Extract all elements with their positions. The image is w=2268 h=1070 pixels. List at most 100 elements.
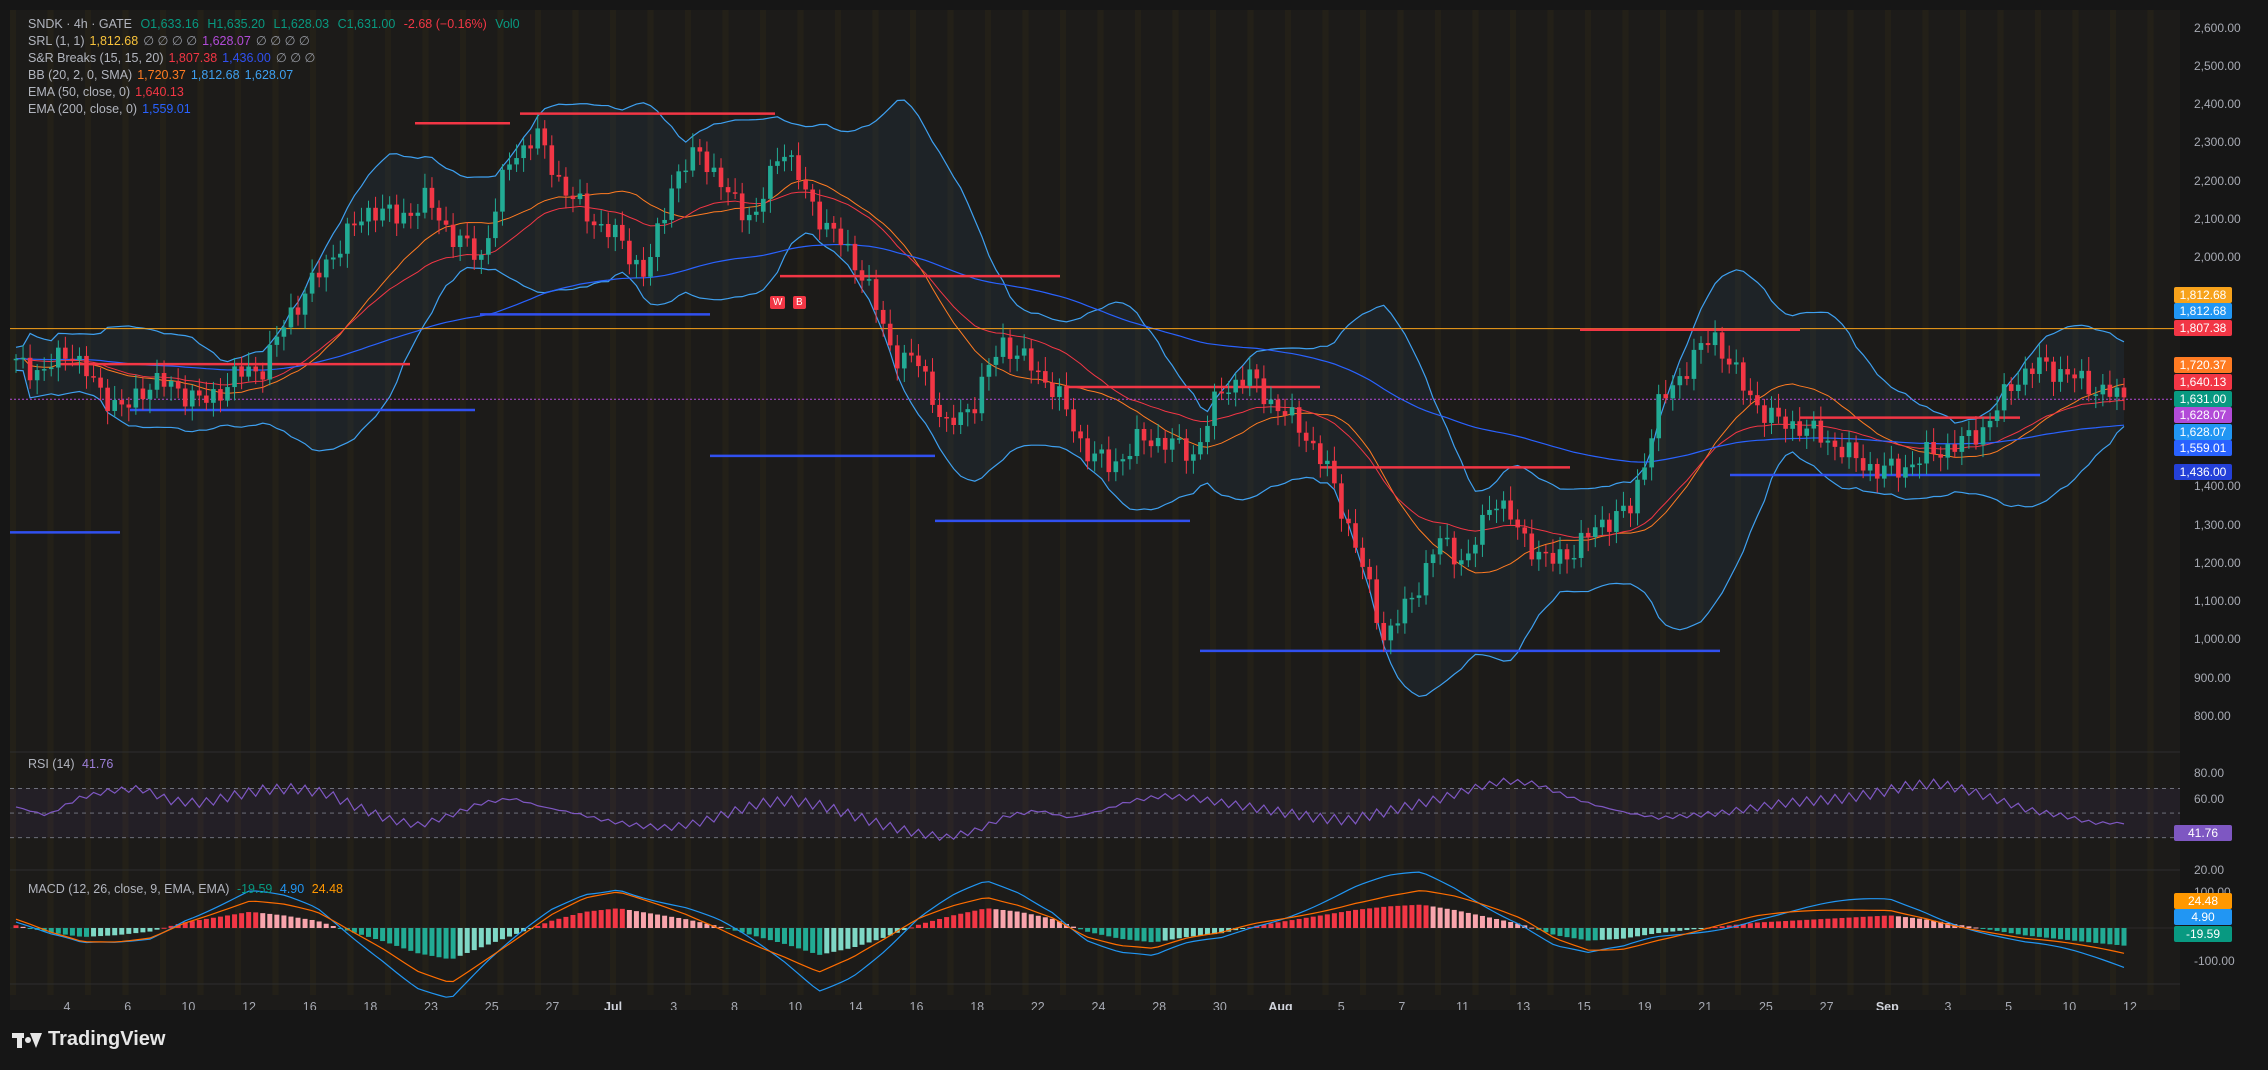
macd-histogram-bar <box>1719 926 1725 928</box>
macd-histogram-bar <box>1430 906 1436 928</box>
macd-histogram-bar <box>1120 928 1126 940</box>
macd-histogram-bar <box>1360 909 1366 928</box>
macd-histogram-bar <box>873 928 879 941</box>
ohlc-legend: SNDK · 4h · GATE O1,633.16 H1,635.20 L1,… <box>28 16 525 33</box>
macd-histogram-bar <box>380 928 386 942</box>
candle-body <box>1176 438 1182 440</box>
candle-body <box>84 355 89 377</box>
macd-histogram-bar <box>951 915 957 928</box>
candle-body <box>746 214 752 221</box>
chart-area[interactable]: SNDK · 4h · GATE O1,633.16 H1,635.20 L1,… <box>10 10 2180 1010</box>
indicator-legend-row[interactable]: BB (20, 2, 0, SMA) 1,720.37 1,812.68 1,628.… <box>28 67 320 84</box>
candle-body <box>1332 460 1337 484</box>
session-band <box>310 10 316 995</box>
candle-body <box>2072 374 2077 379</box>
macd-histogram-bar <box>662 915 668 928</box>
candle-body <box>979 376 985 414</box>
macd-histogram-bar <box>1240 928 1246 929</box>
macd-histogram-bar <box>1620 928 1626 939</box>
time-axis-label: 5 <box>2005 1000 2013 1010</box>
candle-body <box>1092 453 1097 462</box>
session-band <box>160 10 166 995</box>
candle-body <box>387 204 392 209</box>
session-band <box>947 10 954 995</box>
candle-body <box>175 380 181 389</box>
candle-body <box>944 416 949 419</box>
macd-histogram-bar <box>556 918 562 928</box>
macd-histogram-bar <box>492 928 498 942</box>
macd-histogram-bar <box>2121 928 2127 946</box>
candle-body <box>697 147 703 152</box>
price-axis[interactable]: 2,600.00 2,500.00 2,400.00 2,300.00 2,200.00… <box>2174 10 2268 1010</box>
price-axis-label: 900.00 <box>2194 670 2231 685</box>
candle-body <box>577 193 583 200</box>
candle-body <box>2065 369 2070 375</box>
macd-histogram-bar <box>1381 906 1387 928</box>
candle-body <box>1811 420 1817 429</box>
candle-body <box>323 259 329 278</box>
macd-histogram-bar <box>1649 928 1655 935</box>
macd-value-tag: 4.90 <box>2174 909 2232 925</box>
price-tag: 1,436.00 <box>2174 464 2232 480</box>
candle-body <box>831 222 837 229</box>
macd-histogram-bar <box>1409 905 1415 928</box>
macd-histogram-bar <box>979 909 985 928</box>
candle-body <box>1966 430 1972 437</box>
candle-body <box>634 259 639 265</box>
indicator-legend-row[interactable]: SRL (1, 1) 1,812.68 ∅ ∅ ∅ ∅ 1,628.07 ∅ ∅ ∅ ∅ <box>28 33 320 50</box>
session-band <box>1022 10 1029 995</box>
macd-histogram-bar <box>1303 917 1309 928</box>
candle-body <box>1896 458 1901 478</box>
candle-body <box>605 224 611 238</box>
session-band <box>1247 10 1254 995</box>
indicator-value: 1,436.00 <box>222 51 271 65</box>
candle-body <box>218 389 223 401</box>
macd-histogram-bar <box>1078 928 1084 930</box>
macd-histogram-bar <box>1677 928 1683 931</box>
candle-body <box>126 404 132 408</box>
candle-body <box>2121 387 2127 398</box>
macd-histogram-bar <box>267 913 273 928</box>
macd-histogram-bar <box>2043 928 2049 938</box>
macd-histogram-bar <box>1571 928 1577 939</box>
macd-histogram-bar <box>1190 928 1196 937</box>
macd-histogram-bar <box>13 925 19 928</box>
macd-histogram-bar <box>1092 928 1098 934</box>
session-band <box>1322 10 1329 995</box>
macd-histogram-bar <box>161 927 167 929</box>
indicator-legend-row[interactable]: EMA (50, close, 0) 1,640.13 <box>28 84 320 101</box>
candle-body <box>556 174 562 177</box>
candle-body <box>986 364 992 377</box>
macd-histogram-bar <box>217 916 223 928</box>
indicator-legend-row[interactable]: EMA (200, close, 0) 1,559.01 <box>28 101 320 118</box>
macd-histogram-bar <box>2065 928 2071 940</box>
candle-body <box>415 212 421 216</box>
candle-body <box>457 235 463 248</box>
macd-histogram-bar <box>1268 923 1274 928</box>
candle-body <box>1649 438 1654 468</box>
chart-canvas[interactable] <box>10 10 2180 1010</box>
macd-histogram-bar <box>1761 922 1767 928</box>
macd-histogram-bar <box>1000 909 1006 928</box>
signal-label-b: B <box>793 296 806 309</box>
session-band <box>197 10 204 995</box>
candle-body <box>295 307 301 315</box>
indicator-value: 1,812.68 <box>89 34 139 48</box>
macd-histogram-bar <box>1994 928 2000 931</box>
candle-body <box>1106 449 1112 473</box>
session-band <box>122 10 129 995</box>
price-axis-label: 800.00 <box>2194 708 2231 723</box>
candle-body <box>1289 407 1295 416</box>
candle-body <box>1903 467 1908 478</box>
indicator-legend-row[interactable]: S&R Breaks (15, 15, 20) 1,807.38 1,436.00 ∅… <box>28 50 320 67</box>
macd-histogram-bar <box>203 918 209 928</box>
candle-body <box>1268 399 1274 405</box>
macd-histogram-bar <box>965 912 971 928</box>
macd-histogram-bar <box>1564 928 1570 938</box>
macd-histogram-bar <box>1613 928 1619 940</box>
candle-body <box>612 224 618 238</box>
candle-body <box>549 145 555 175</box>
session-band <box>235 10 241 995</box>
price-axis-label: 2,500.00 <box>2194 58 2241 73</box>
macd-histogram-bar <box>1811 919 1817 928</box>
